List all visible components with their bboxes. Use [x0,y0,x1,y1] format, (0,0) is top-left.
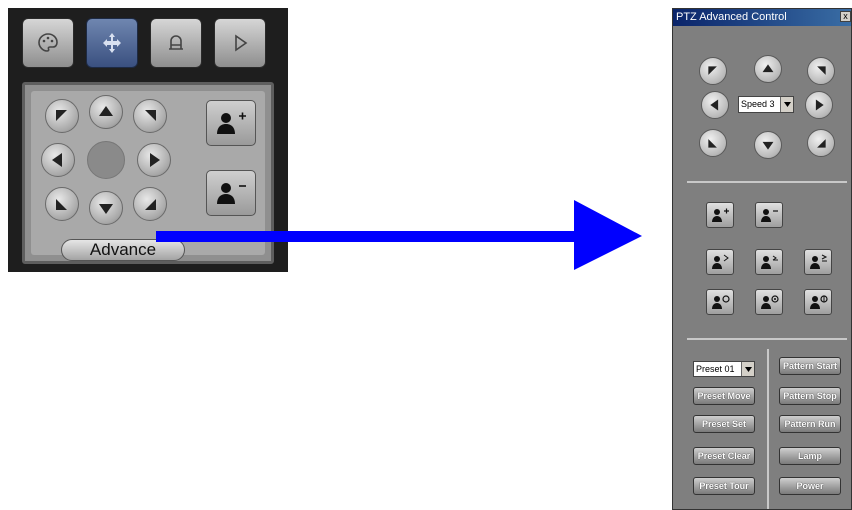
adv-pan-down-left-button[interactable] [699,129,727,157]
arrow-up-left-icon [56,110,67,121]
arrow-up-icon [99,106,113,116]
ptz-move-icon [103,33,121,53]
play-icon [235,34,248,52]
person-minus-icon [761,209,778,222]
zoom-in-button[interactable] [206,100,256,146]
preset-move-button[interactable]: Preset Move [693,387,755,405]
tilt-up-button[interactable] [89,95,123,129]
speed-select-value: Speed 3 [741,99,775,109]
ptz-advanced-window: PTZ Advanced Control x Speed 3 Preset 01… [672,8,852,510]
pan-down-left-button[interactable] [45,187,79,221]
ptz-center-home[interactable] [87,141,125,179]
power-button[interactable]: Power [779,477,841,495]
arrow-down-left-icon [56,199,67,210]
preset-select-value: Preset 01 [696,364,735,374]
iris-open-button[interactable] [706,289,734,315]
zoom-out-button[interactable] [206,170,256,216]
pan-up-right-button[interactable] [133,99,167,133]
person-focus-auto-icon [810,254,828,269]
pan-left-button[interactable] [41,143,75,177]
pattern-start-button[interactable]: Pattern Start [779,357,841,375]
focus-far-button[interactable] [755,249,783,275]
adv-pan-up-right-button[interactable] [807,57,835,85]
preset-clear-button[interactable]: Preset Clear [693,447,755,465]
close-button[interactable]: x [840,11,851,22]
iris-close-button[interactable] [755,289,783,315]
zoom-out-button[interactable] [755,202,783,228]
arrow-down-left-icon [708,139,717,148]
adv-pan-left-button[interactable] [701,91,729,119]
pan-down-right-button[interactable] [133,187,167,221]
tilt-down-button[interactable] [89,191,123,225]
basic-ptz-panel: Advance [8,8,288,272]
zoom-in-button[interactable] [706,202,734,228]
arrow-up-right-icon [145,110,156,121]
arrow-left-icon [52,153,62,167]
ptz-control-face: Advance [31,91,265,261]
speed-select[interactable]: Speed 3 [738,96,794,113]
person-focus-far-icon [761,255,778,269]
person-focus-near-icon [712,254,729,269]
chevron-down-icon[interactable] [741,362,754,376]
lamp-button[interactable]: Lamp [779,447,841,465]
chevron-down-icon[interactable] [780,97,793,112]
focus-auto-button[interactable] [804,249,832,275]
person-iris-close-icon [761,295,779,309]
focus-near-button[interactable] [706,249,734,275]
window-title: PTZ Advanced Control [676,11,787,23]
play-tab-button[interactable] [214,18,266,68]
ptz-control-area: Advance [22,82,274,264]
adv-tilt-down-button[interactable] [754,131,782,159]
arrow-right-icon [150,153,160,167]
adv-pan-up-left-button[interactable] [699,57,727,85]
divider [687,181,847,183]
advance-button[interactable]: Advance [61,239,185,261]
person-minus-icon [217,183,246,204]
pan-up-left-button[interactable] [45,99,79,133]
person-iris-open-icon [712,295,730,309]
person-plus-icon [217,112,246,134]
person-iris-auto-icon [810,295,828,309]
adv-tilt-up-button[interactable] [754,55,782,83]
adv-pan-right-button[interactable] [805,91,833,119]
window-title-bar: PTZ Advanced Control x [673,9,851,26]
color-tab-button[interactable] [22,18,74,68]
arrow-left-icon [710,99,719,111]
pattern-stop-button[interactable]: Pattern Stop [779,387,841,405]
arrow-right-icon [815,99,824,111]
vertical-divider [767,349,769,509]
ptz-tab-button[interactable] [86,18,138,68]
arrow-down-icon [99,204,113,214]
pattern-run-button[interactable]: Pattern Run [779,415,841,433]
iris-auto-button[interactable] [804,289,832,315]
lamp-tab-button[interactable] [150,18,202,68]
adv-pan-down-right-button[interactable] [807,129,835,157]
preset-set-button[interactable]: Preset Set [693,415,755,433]
preset-tour-button[interactable]: Preset Tour [693,477,755,495]
preset-select[interactable]: Preset 01 [693,361,755,377]
arrow-down-right-icon [817,139,826,148]
arrow-up-left-icon [708,66,717,75]
divider [687,338,847,340]
lamp-icon [169,35,183,50]
pan-right-button[interactable] [137,143,171,177]
palette-icon [38,33,58,52]
arrow-up-right-icon [817,66,826,75]
arrow-down-right-icon [145,199,156,210]
arrow-down-icon [762,141,774,150]
person-plus-icon [712,208,729,222]
arrow-up-icon [762,64,774,73]
